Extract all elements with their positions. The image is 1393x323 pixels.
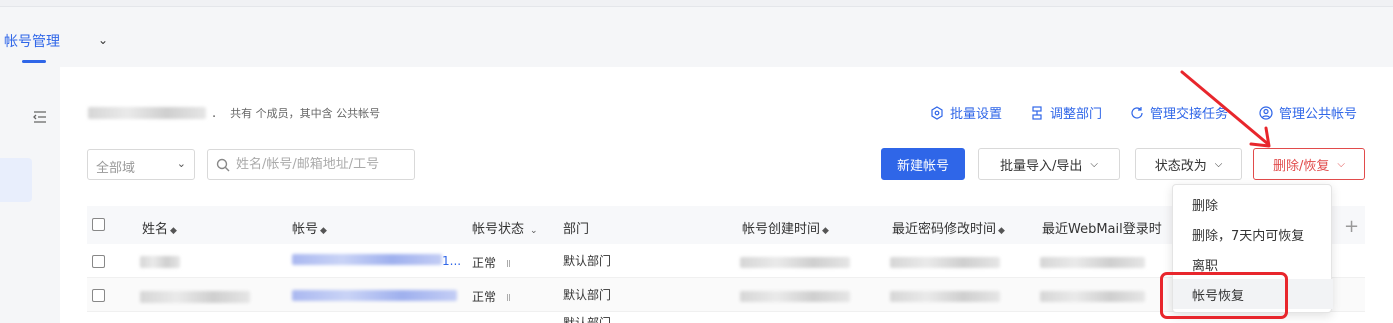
select-all-checkbox[interactable] — [92, 218, 105, 231]
search-box[interactable] — [207, 149, 415, 180]
dept-text: 默认部门 — [563, 316, 612, 323]
chevron-down-icon: ⌵ — [1337, 158, 1345, 170]
annotation-arrow — [1180, 70, 1271, 148]
column-header-pwd-changed[interactable]: 最近密码修改时间 ◆ — [892, 218, 1005, 237]
account-link[interactable]: 1... — [292, 254, 461, 268]
row-checkbox[interactable] — [92, 255, 105, 268]
chevron-down-icon: ⌵ — [1090, 158, 1098, 170]
import-export-label: 批量导入/导出 — [1000, 158, 1083, 174]
search-input[interactable] — [236, 157, 406, 172]
login-time-redacted — [1040, 291, 1145, 302]
hexagon-settings-icon — [931, 105, 943, 120]
top-bar — [0, 0, 1393, 7]
new-account-label: 新建帐号 — [896, 158, 949, 174]
menu-item-delete-recoverable[interactable]: 删除，7天内可恢复 — [1173, 219, 1333, 249]
chevron-down-icon: ⌵ — [1214, 158, 1223, 170]
batch-settings-label: 批量设置 — [950, 107, 1003, 122]
delete-restore-label: 删除/恢复 — [1273, 158, 1330, 174]
column-header-status[interactable]: 帐号状态 ⌄ — [472, 218, 538, 237]
org-summary: . 共有 个成员，其中含 公共帐号 — [88, 104, 380, 122]
pause-icon[interactable]: II — [506, 259, 511, 270]
adjust-dept-link[interactable]: 调整部门 — [1030, 103, 1102, 122]
sort-icon[interactable]: ◆ — [170, 226, 177, 236]
new-account-button[interactable]: 新建帐号 — [881, 148, 965, 180]
adjust-dept-label: 调整部门 — [1050, 107, 1103, 122]
sidebar-collapse-icon[interactable] — [33, 110, 47, 124]
account-link[interactable] — [292, 290, 457, 304]
sub-navigation: 帐号管理 ⌄ — [0, 7, 1393, 67]
sort-icon[interactable]: ◆ — [998, 226, 1005, 236]
dept-icon — [1032, 105, 1042, 120]
name-redacted — [140, 256, 180, 268]
sort-icon[interactable]: ◆ — [822, 226, 829, 236]
public-accounts-label: 管理公共帐号 — [1279, 107, 1358, 122]
dept-text: 默认部门 — [563, 288, 612, 302]
column-header-name[interactable]: 姓名 ◆ — [142, 218, 177, 237]
highlight-box — [1160, 272, 1288, 319]
sidebar-item-active[interactable] — [0, 158, 32, 202]
domain-select-value: 全部域 — [96, 161, 136, 176]
sort-icon[interactable]: ◆ — [320, 226, 327, 236]
account-redacted — [292, 254, 442, 265]
name-redacted — [140, 291, 250, 303]
row-checkbox[interactable] — [92, 289, 105, 302]
dept-text: 默认部门 — [563, 254, 612, 268]
chevron-down-icon[interactable]: ⌄ — [98, 33, 108, 47]
import-export-button[interactable]: 批量导入/导出 ⌵ — [978, 148, 1120, 180]
delete-restore-button[interactable]: 删除/恢复 ⌵ — [1253, 148, 1365, 180]
column-header-dept: 部门 — [563, 222, 590, 237]
login-time-redacted — [1040, 257, 1145, 268]
created-time-redacted — [740, 291, 850, 302]
change-status-button[interactable]: 状态改为 ⌵ — [1135, 148, 1242, 180]
summary-dot: . — [212, 105, 217, 121]
member-count-text: 共有 个成员，其中含 公共帐号 — [230, 107, 381, 120]
batch-settings-link[interactable]: 批量设置 — [930, 103, 1002, 122]
search-icon — [216, 158, 230, 171]
created-time-redacted — [740, 257, 850, 268]
menu-item-delete[interactable]: 删除 — [1173, 189, 1333, 219]
org-name-redacted — [88, 107, 206, 119]
refresh-icon — [1131, 106, 1143, 119]
tab-account-management[interactable]: 帐号管理 — [4, 31, 60, 51]
domain-select[interactable]: 全部域 ⌄ — [87, 149, 195, 180]
add-column-icon[interactable]: + — [1344, 216, 1359, 237]
chevron-down-icon[interactable]: ⌄ — [530, 226, 538, 236]
pwd-time-redacted — [890, 291, 1000, 302]
account-redacted — [292, 290, 457, 301]
tab-active-indicator — [22, 60, 46, 63]
pause-icon[interactable]: II — [506, 293, 511, 304]
column-header-webmail-login[interactable]: 最近WebMail登录时 — [1042, 218, 1162, 237]
column-header-account[interactable]: 帐号 ◆ — [292, 218, 327, 237]
chevron-down-icon: ⌄ — [176, 157, 186, 170]
pwd-time-redacted — [890, 257, 1000, 268]
status-text: 正常 II — [472, 256, 511, 270]
change-status-label: 状态改为 — [1154, 158, 1207, 174]
column-header-created[interactable]: 帐号创建时间 ◆ — [742, 218, 829, 237]
status-text: 正常 II — [472, 290, 511, 304]
